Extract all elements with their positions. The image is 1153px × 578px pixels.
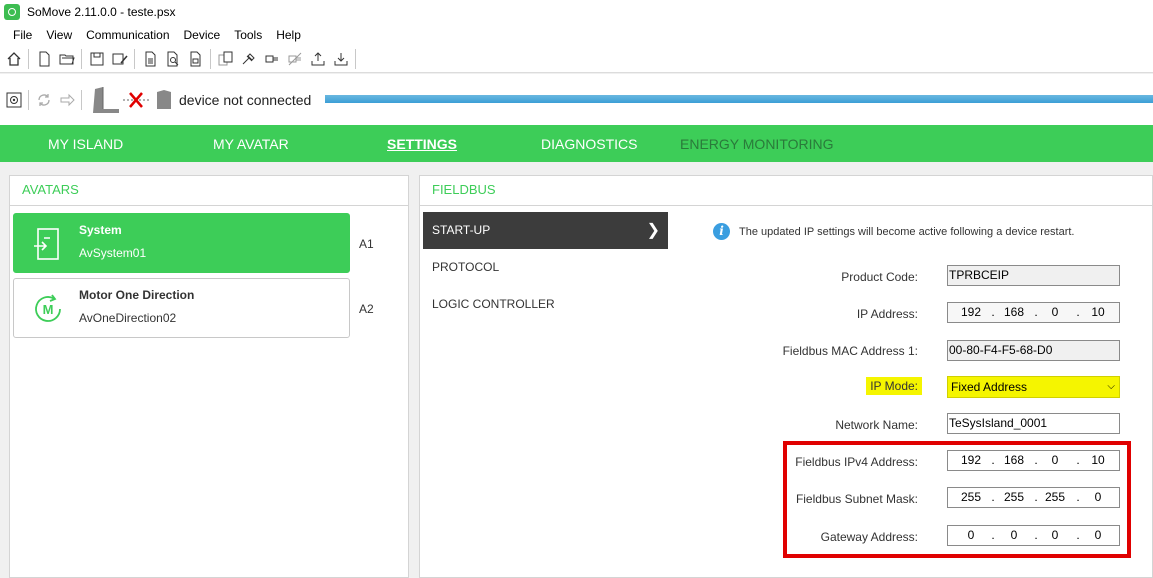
avatar-card-system[interactable]: System AvSystem01 bbox=[13, 213, 350, 273]
new-file-icon[interactable] bbox=[33, 48, 55, 70]
svg-text:M: M bbox=[43, 302, 54, 317]
toolbar-separator bbox=[28, 89, 29, 110]
ip-dot: . bbox=[1076, 305, 1080, 319]
submenu-protocol[interactable]: PROTOCOL bbox=[423, 249, 668, 286]
network-name-input[interactable]: TeSysIsland_0001 bbox=[947, 413, 1120, 434]
motor-icon: M bbox=[30, 291, 66, 327]
page-setup-icon[interactable] bbox=[185, 48, 207, 70]
fieldbus-submenu: START-UP ❯ PROTOCOL LOGIC CONTROLLER bbox=[423, 212, 668, 322]
avatar-id: AvSystem01 bbox=[79, 246, 147, 260]
chevron-right-icon: ❯ bbox=[646, 222, 660, 239]
open-folder-icon[interactable] bbox=[56, 48, 78, 70]
connection-status: device not connected bbox=[179, 91, 312, 108]
disconnect-icon[interactable] bbox=[261, 48, 283, 70]
tab-my-avatar[interactable]: MY AVATAR bbox=[213, 136, 289, 152]
ip-dot: . bbox=[1034, 305, 1038, 319]
menu-communication[interactable]: Communication bbox=[79, 28, 176, 42]
menu-file[interactable]: File bbox=[6, 28, 39, 42]
upload-icon[interactable] bbox=[307, 48, 329, 70]
ip-mode-value: Fixed Address bbox=[951, 380, 1028, 394]
ip-octet: 10 bbox=[1091, 305, 1105, 319]
product-code-field: TPRBCEIP bbox=[947, 265, 1120, 286]
ip-octet: 168 bbox=[1003, 305, 1025, 319]
device-settings-icon[interactable] bbox=[3, 89, 25, 111]
avatars-header: AVATARS bbox=[10, 176, 408, 206]
connection-bar: device not connected bbox=[0, 74, 1153, 125]
toolbar-separator bbox=[28, 48, 29, 69]
ip-address-field: 192 . 168 . 0 . 10 bbox=[947, 302, 1120, 323]
app-logo-icon bbox=[4, 4, 20, 20]
menu-help[interactable]: Help bbox=[269, 28, 308, 42]
toolbar-separator bbox=[81, 89, 82, 110]
window-title: SoMove 2.11.0.0 - teste.psx bbox=[27, 5, 176, 19]
fieldbus-header: FIELDBUS bbox=[420, 176, 1152, 206]
avatars-panel: AVATARS System AvSystem01 A1 M Motor One… bbox=[9, 175, 409, 578]
ip-dot: . bbox=[991, 305, 995, 319]
home-icon[interactable] bbox=[3, 48, 25, 70]
menu-device[interactable]: Device bbox=[177, 28, 228, 42]
mac-address-field: 00-80-F4-F5-68-D0 bbox=[947, 340, 1120, 361]
connection-progress-bar bbox=[325, 95, 1153, 103]
avatar-name: Motor One Direction bbox=[79, 288, 195, 302]
compare-icon[interactable] bbox=[215, 48, 237, 70]
ip-octet: 0 bbox=[1051, 305, 1059, 319]
menu-tools[interactable]: Tools bbox=[227, 28, 269, 42]
download-icon[interactable] bbox=[330, 48, 352, 70]
avatar-slot-label: A2 bbox=[359, 302, 374, 316]
tab-diagnostics[interactable]: DIAGNOSTICS bbox=[541, 136, 637, 152]
save-icon[interactable] bbox=[86, 48, 108, 70]
info-text: The updated IP settings will become acti… bbox=[739, 225, 1075, 238]
transfer-icon[interactable] bbox=[56, 89, 78, 111]
submenu-start-up[interactable]: START-UP ❯ bbox=[423, 212, 668, 249]
toolbar-separator bbox=[134, 48, 135, 69]
ip-mode-label-text: IP Mode: bbox=[866, 377, 922, 395]
save-as-icon[interactable] bbox=[109, 48, 131, 70]
menu-bar: File View Communication Device Tools Hel… bbox=[0, 24, 1153, 45]
main-nav: MY ISLAND MY AVATAR SETTINGS DIAGNOSTICS… bbox=[0, 125, 1153, 162]
avatar-name: System bbox=[79, 223, 122, 237]
info-icon: i bbox=[713, 223, 730, 240]
toolbar-separator bbox=[81, 48, 82, 69]
avatar-id: AvOneDirection02 bbox=[79, 311, 177, 325]
ip-mode-select[interactable]: Fixed Address ⌵ bbox=[947, 376, 1120, 398]
print-icon[interactable] bbox=[139, 48, 161, 70]
plug-icon[interactable] bbox=[284, 48, 306, 70]
menu-view[interactable]: View bbox=[39, 28, 79, 42]
tab-settings[interactable]: SETTINGS bbox=[387, 136, 457, 152]
connect-icon[interactable] bbox=[238, 48, 260, 70]
submenu-logic-controller[interactable]: LOGIC CONTROLLER bbox=[423, 286, 668, 323]
highlight-frame bbox=[783, 441, 1131, 558]
tab-my-island[interactable]: MY ISLAND bbox=[48, 136, 123, 152]
system-icon bbox=[30, 226, 66, 262]
ip-mode-label: IP Mode: bbox=[866, 377, 922, 395]
avatar-card-motor[interactable]: M Motor One Direction AvOneDirection02 bbox=[13, 278, 350, 338]
toolbar bbox=[0, 45, 1153, 73]
product-code-label: Product Code: bbox=[841, 270, 918, 284]
chevron-down-icon: ⌵ bbox=[1107, 381, 1115, 392]
ip-address-label: IP Address: bbox=[856, 307, 918, 321]
title-bar: SoMove 2.11.0.0 - teste.psx bbox=[0, 0, 1153, 24]
ip-octet: 192 bbox=[960, 305, 982, 319]
restart-info: i The updated IP settings will become ac… bbox=[713, 223, 1074, 240]
print-preview-icon[interactable] bbox=[162, 48, 184, 70]
device-icon bbox=[89, 85, 123, 115]
mac-address-label: Fieldbus MAC Address 1: bbox=[782, 344, 918, 358]
toolbar-separator bbox=[210, 48, 211, 69]
network-name-label: Network Name: bbox=[835, 418, 918, 432]
fieldbus-panel: FIELDBUS START-UP ❯ PROTOCOL LOGIC CONTR… bbox=[419, 175, 1153, 578]
avatar-slot-label: A1 bbox=[359, 237, 374, 251]
refresh-icon[interactable] bbox=[33, 89, 55, 111]
tab-energy-monitoring[interactable]: ENERGY MONITORING bbox=[680, 136, 834, 152]
disconnected-icon bbox=[123, 88, 149, 112]
toolbar-separator bbox=[355, 48, 356, 69]
submenu-label: START-UP bbox=[432, 223, 491, 237]
controller-icon bbox=[155, 89, 173, 111]
